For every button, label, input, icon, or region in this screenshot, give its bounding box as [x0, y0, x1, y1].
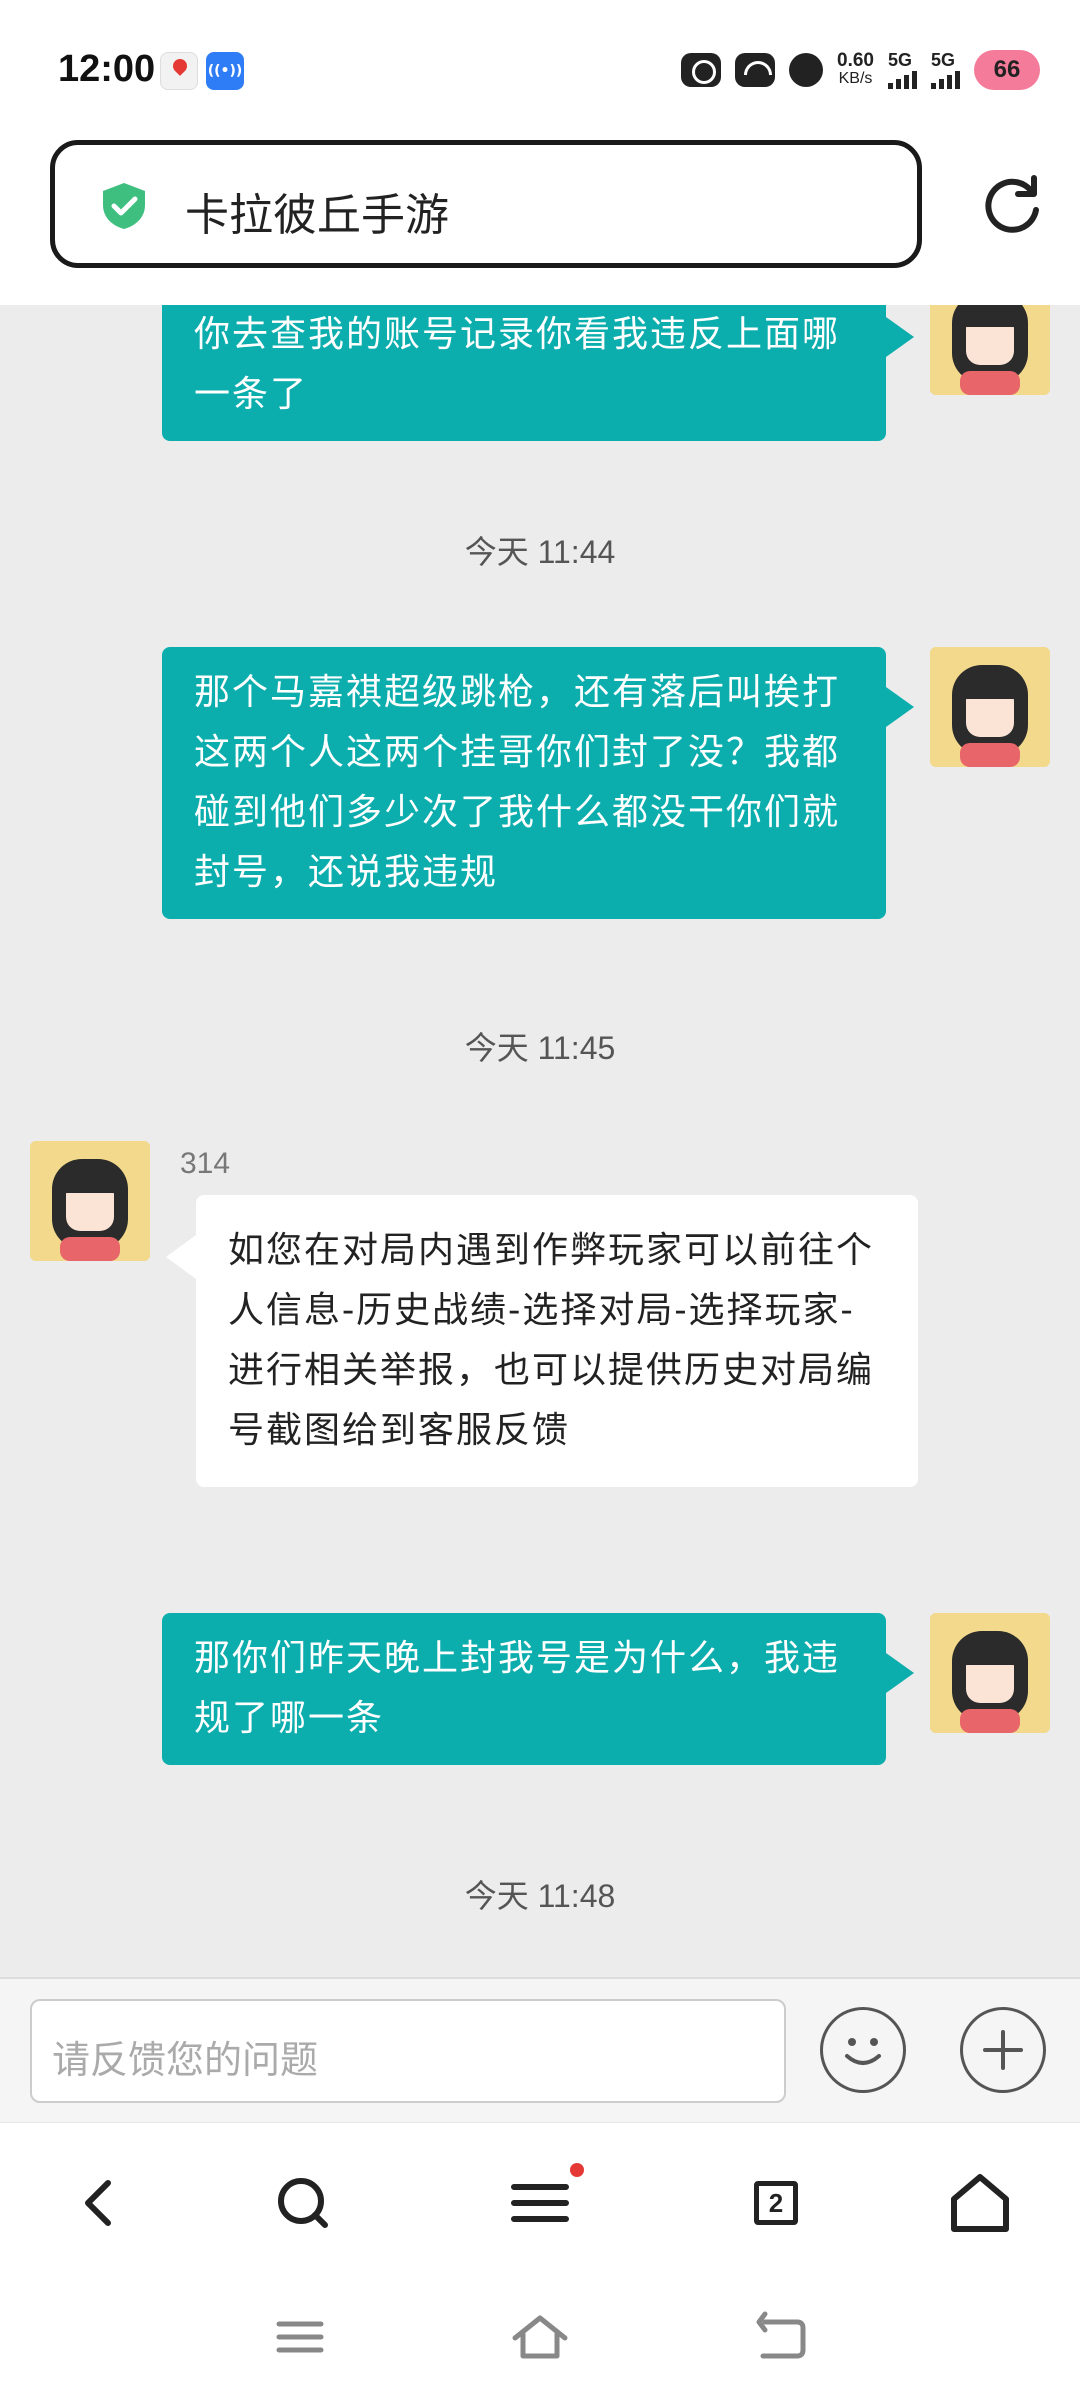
avatar[interactable] — [930, 1613, 1050, 1733]
smiley-icon — [845, 2038, 881, 2065]
message-outgoing: 那你们昨天晚上封我号是为什么，我违规了哪一条 — [162, 1613, 914, 1765]
reload-icon[interactable] — [978, 170, 1046, 238]
message-outgoing: 那个马嘉祺超级跳枪，还有落后叫挨打这两个人这两个挂哥你们封了没？我都碰到他们多少… — [162, 647, 914, 919]
battery-indicator: 66 — [974, 50, 1056, 90]
signal-bars-icon — [888, 71, 917, 89]
notification-dot — [570, 2163, 584, 2177]
status-icons: 0.60 KB/s 5G 5G 66 — [681, 42, 1056, 98]
shield-check-icon — [103, 183, 145, 229]
signal-sim2: 5G — [931, 51, 960, 89]
clock: 12:00 — [58, 48, 156, 90]
signal-bars-icon — [931, 71, 960, 89]
menu-button[interactable] — [500, 2163, 584, 2243]
message-incoming: 如您在对局内遇到作弊玩家可以前往个人信息-历史战绩-选择对局-选择玩家-进行相关… — [166, 1195, 918, 1487]
page-title: 卡拉彼丘手游 — [185, 190, 449, 241]
message-input-bar: 请反馈您的问题 — [0, 1977, 1080, 2122]
network-speed-value: 0.60 — [837, 50, 874, 71]
timestamp: 今天 11:48 — [464, 1878, 616, 1914]
home-button[interactable] — [940, 2163, 1020, 2243]
emoji-button[interactable] — [820, 2007, 906, 2093]
cat-icon — [789, 53, 824, 87]
back-button[interactable] — [60, 2163, 140, 2243]
system-home-button[interactable] — [505, 2302, 575, 2372]
network-speed-unit: KB/s — [838, 70, 873, 87]
avatar[interactable] — [930, 647, 1050, 767]
sim1-label: 5G — [888, 50, 913, 70]
address-bar-area: 卡拉彼丘手游 — [0, 140, 1080, 305]
avatar[interactable] — [930, 305, 1050, 395]
timestamp: 今天 11:44 — [464, 534, 616, 570]
screen: 12:00 ((•)) 0.60 KB/s 5G 5G 66 卡拉彼丘手游 你去… — [0, 0, 1080, 2400]
add-attachment-button[interactable] — [960, 2007, 1046, 2093]
search-button[interactable] — [263, 2163, 343, 2243]
signal-sim1: 5G — [888, 51, 917, 89]
browser-toolbar: 2 — [0, 2122, 1080, 2282]
timestamp: 今天 11:45 — [464, 1030, 616, 1066]
search-icon — [278, 2178, 328, 2228]
network-speed: 0.60 KB/s — [837, 50, 874, 88]
map-notification-icon — [160, 52, 198, 90]
tabs-button[interactable]: 2 — [736, 2163, 816, 2243]
back-arrow-icon — [756, 2311, 806, 2359]
system-navigation-bar — [0, 2282, 1080, 2400]
chevron-left-icon — [85, 2180, 111, 2226]
alarm-icon — [681, 53, 722, 87]
avatar[interactable] — [30, 1141, 150, 1261]
address-bar[interactable]: 卡拉彼丘手游 — [50, 140, 922, 268]
recent-apps-button[interactable] — [265, 2302, 335, 2372]
home-outline-icon — [512, 2315, 568, 2359]
plus-icon — [983, 2030, 1023, 2070]
message-outgoing: 你去查我的账号记录你看我违反上面哪一条了 — [162, 305, 914, 441]
system-back-button[interactable] — [745, 2302, 815, 2372]
sim2-label: 5G — [931, 50, 956, 70]
chat-area[interactable]: 你去查我的账号记录你看我违反上面哪一条了 今天 11:44 那个马嘉祺超级跳枪，… — [0, 305, 1080, 1977]
broadcast-notification-icon: ((•)) — [206, 52, 244, 90]
status-bar: 12:00 ((•)) 0.60 KB/s 5G 5G 66 — [0, 0, 1080, 140]
feedback-input[interactable]: 请反馈您的问题 — [30, 1999, 786, 2103]
home-icon — [951, 2174, 1009, 2232]
tab-count: 2 — [754, 2181, 798, 2225]
menu-lines-icon — [276, 2321, 324, 2353]
menu-icon — [511, 2184, 569, 2222]
sender-name: 314 — [180, 1147, 231, 1180]
speedometer-icon — [735, 53, 776, 87]
